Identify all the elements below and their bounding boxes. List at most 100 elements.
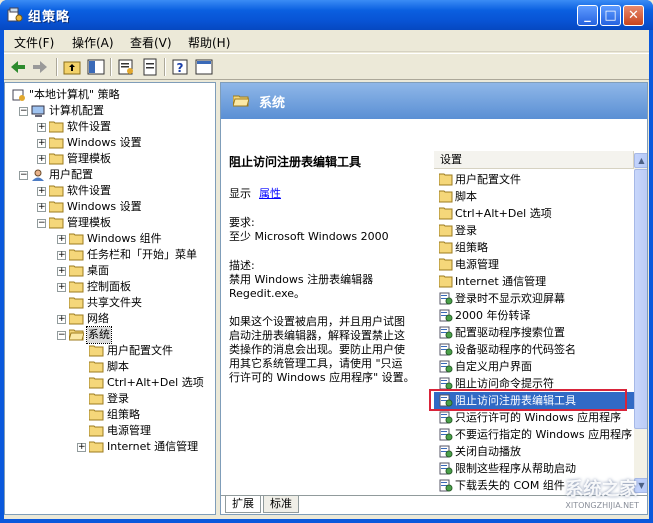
scroll-up-button[interactable]: ▲	[634, 153, 647, 168]
menu-action[interactable]: 操作(A)	[72, 34, 114, 51]
list-item[interactable]: 只运行许可的 Windows 应用程序	[434, 409, 634, 426]
folder-icon	[439, 190, 453, 203]
tree-item[interactable]: − 计算机配置	[5, 103, 215, 119]
expand-icon[interactable]: +	[37, 203, 46, 212]
tree-item[interactable]: Ctrl+Alt+Del 选项	[5, 375, 215, 391]
toolbar: ?	[4, 53, 649, 80]
tab-standard[interactable]: 标准	[263, 496, 299, 513]
export-list-icon[interactable]	[140, 57, 160, 77]
list-item-label: 自定义用户界面	[455, 360, 532, 373]
expand-icon[interactable]: +	[57, 267, 66, 276]
setting-title: 阻止访问注册表编辑工具	[229, 155, 362, 169]
list-item[interactable]: 组策略	[434, 239, 634, 256]
collapse-icon[interactable]: −	[19, 171, 28, 180]
list-item[interactable]: 登录	[434, 222, 634, 239]
list-item[interactable]: 设备驱动程序的代码签名	[434, 341, 634, 358]
app-window: 组策略 _ □ ✕ 文件(F) 操作(A) 查看(V) 帮助(H) ? "本地计…	[0, 0, 653, 523]
tree-item[interactable]: + 管理模板	[5, 151, 215, 167]
tree-item-label: "本地计算机" 策略	[29, 88, 120, 101]
close-button[interactable]: ✕	[623, 5, 644, 26]
back-arrow-icon[interactable]	[8, 57, 28, 77]
policy-setting-icon	[439, 309, 453, 322]
tree-item[interactable]: 登录	[5, 391, 215, 407]
tree-item[interactable]: + 软件设置	[5, 119, 215, 135]
list-item[interactable]: 用户配置文件	[434, 171, 634, 188]
tree-item[interactable]: "本地计算机" 策略	[5, 87, 215, 103]
tab-extended[interactable]: 扩展	[225, 496, 261, 513]
list-item[interactable]: 关闭自动播放	[434, 443, 634, 460]
tree-item[interactable]: 电源管理	[5, 423, 215, 439]
tree-item[interactable]: + Internet 通信管理	[5, 439, 215, 455]
list-item[interactable]: 2000 年份转译	[434, 307, 634, 324]
tree-item[interactable]: + Windows 组件	[5, 231, 215, 247]
expand-icon[interactable]: +	[77, 443, 86, 452]
up-folder-icon[interactable]	[62, 57, 82, 77]
properties-icon[interactable]	[116, 57, 136, 77]
tree-item-label: 桌面	[87, 264, 109, 277]
tree-item[interactable]: 组策略	[5, 407, 215, 423]
maximize-button[interactable]: □	[600, 5, 621, 26]
tree-item[interactable]: − 管理模板	[5, 215, 215, 231]
policy-setting-icon	[439, 462, 453, 475]
tree-item-label: 网络	[87, 312, 109, 325]
tree-item-label: 管理模板	[67, 152, 111, 165]
help-icon[interactable]: ?	[170, 57, 190, 77]
folder-icon	[69, 281, 84, 293]
list-item[interactable]: 登录时不显示欢迎屏幕	[434, 290, 634, 307]
list-item[interactable]: 不要运行指定的 Windows 应用程序	[434, 426, 634, 443]
expand-icon[interactable]: +	[37, 139, 46, 148]
collapse-icon[interactable]: −	[19, 107, 28, 116]
list-item-label: 登录	[455, 224, 477, 237]
list-item[interactable]: Ctrl+Alt+Del 选项	[434, 205, 634, 222]
collapse-icon[interactable]: −	[37, 219, 46, 228]
menu-view[interactable]: 查看(V)	[130, 34, 172, 51]
properties-link[interactable]: 属性	[259, 185, 281, 201]
expand-icon[interactable]: +	[57, 315, 66, 324]
expand-icon[interactable]: +	[57, 235, 66, 244]
show-tree-icon[interactable]	[86, 57, 106, 77]
minimize-button[interactable]: _	[577, 5, 598, 26]
list-item[interactable]: Internet 通信管理	[434, 273, 634, 290]
list-item[interactable]: 脚本	[434, 188, 634, 205]
tree-item[interactable]: + Windows 设置	[5, 199, 215, 215]
tree-item[interactable]: − 用户配置	[5, 167, 215, 183]
list-item[interactable]: 阻止访问注册表编辑工具	[429, 389, 634, 411]
watermark-text: 系统之家	[565, 479, 638, 500]
tree-item-label: 组策略	[107, 408, 140, 421]
folder-icon	[89, 409, 104, 421]
expand-icon[interactable]: +	[57, 283, 66, 292]
tree-item[interactable]: + 软件设置	[5, 183, 215, 199]
forward-arrow-icon[interactable]	[30, 57, 50, 77]
tree-item[interactable]: − 系统	[5, 326, 215, 344]
settings-column-header[interactable]: 设置	[434, 151, 634, 169]
tree-item[interactable]: + 桌面	[5, 263, 215, 279]
details-header: 系统	[221, 83, 647, 119]
tree-item[interactable]: + 任务栏和「开始」菜单	[5, 247, 215, 263]
menu-file[interactable]: 文件(F)	[14, 34, 54, 51]
folder-icon	[439, 224, 453, 237]
expand-icon[interactable]: +	[57, 251, 66, 260]
show-hide-console-icon[interactable]	[194, 57, 214, 77]
vertical-scrollbar[interactable]: ▲ ▼	[634, 153, 647, 493]
expand-icon[interactable]: +	[37, 123, 46, 132]
scroll-thumb[interactable]	[634, 169, 647, 429]
list-item[interactable]: 自定义用户界面	[434, 358, 634, 375]
tree-item[interactable]: 脚本	[5, 359, 215, 375]
tree-item[interactable]: 用户配置文件	[5, 343, 215, 359]
tree-item[interactable]: + 控制面板	[5, 279, 215, 295]
collapse-icon[interactable]: −	[57, 331, 66, 340]
expand-icon[interactable]: +	[37, 155, 46, 164]
list-item[interactable]: 电源管理	[434, 256, 634, 273]
folder-icon	[49, 201, 64, 213]
title-bar[interactable]: 组策略 _ □ ✕	[0, 0, 653, 30]
menu-help[interactable]: 帮助(H)	[188, 34, 230, 51]
details-pane: 系统 阻止访问注册表编辑工具 显示 属性 要求: 至少 Microsoft Wi…	[220, 82, 648, 515]
list-item[interactable]: 配置驱动程序搜索位置	[434, 324, 634, 341]
console-tree[interactable]: "本地计算机" 策略 − 计算机配置 + 软件设置 + Windows 设置 + 管理模板 − 用户…	[4, 82, 216, 515]
tree-item[interactable]: + 网络	[5, 311, 215, 327]
settings-list[interactable]: 设置 用户配置文件 脚本 Ctrl+Alt+Del 选项登录组策略 电源管理 Inter…	[429, 151, 647, 513]
description-line: Regedit.exe。	[229, 287, 306, 300]
tree-item[interactable]: 共享文件夹	[5, 295, 215, 311]
tree-item[interactable]: + Windows 设置	[5, 135, 215, 151]
expand-icon[interactable]: +	[37, 187, 46, 196]
